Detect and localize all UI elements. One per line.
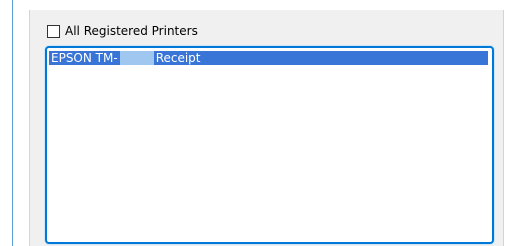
all-registered-printers-checkbox[interactable]: All Registered Printers [47,23,198,39]
all-registered-printers-label: All Registered Printers [65,24,198,38]
redacted-model-block [119,51,154,65]
printer-listbox[interactable]: EPSON TM- Receipt [45,46,494,244]
printer-name-prefix: EPSON TM- [51,51,118,65]
list-item-epson-tm-receipt[interactable]: EPSON TM- Receipt [49,51,488,65]
checkbox-icon[interactable] [47,24,60,38]
printer-selection-dialog: All Registered Printers EPSON TM- Receipt [0,0,519,246]
printer-name-suffix: Receipt [155,51,201,65]
left-border-line [12,0,13,246]
